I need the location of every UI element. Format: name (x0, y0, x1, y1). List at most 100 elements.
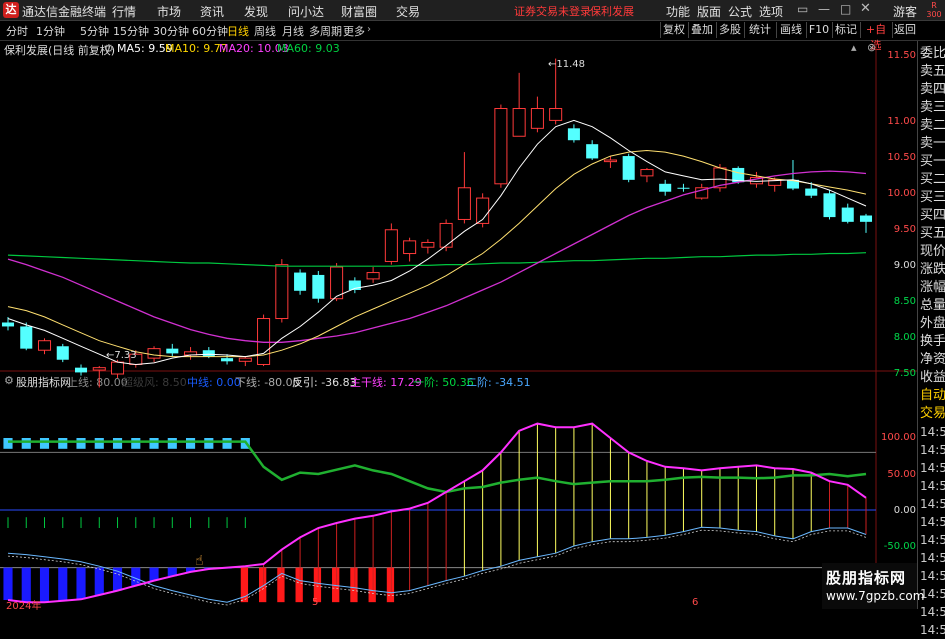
tick-time: 14:56 (920, 605, 945, 619)
quote-item[interactable]: 换手 (920, 333, 945, 351)
tick-time: 14:56 (920, 533, 945, 547)
quote-panel: 委比 卖五 卖四 卖三 卖二 卖一 买一 买二 买三 买四 买五 现价 涨跌 涨幅 总量 外盘 换手 净资 收益 自动… (917, 41, 945, 637)
quote-item[interactable]: 买四 (920, 207, 945, 225)
period-1min[interactable]: 1分钟 (36, 23, 65, 39)
tick-time: 14:56 (920, 551, 945, 565)
quote-item[interactable]: 现价 (920, 243, 945, 261)
guest-label[interactable]: 游客 (893, 3, 917, 20)
candle-body-up (37, 340, 52, 351)
indicator-tick: 100.00 (881, 432, 916, 443)
overbought-bar (94, 438, 104, 449)
period-more[interactable]: 更多 (343, 23, 365, 39)
quote-item[interactable]: 委比 (920, 45, 945, 63)
price-tick: 8.50 (893, 296, 916, 307)
quote-item[interactable]: 卖一 (920, 135, 945, 153)
quote-item[interactable]: 总量 (920, 297, 945, 315)
menu-item-discover[interactable]: 发现 (244, 3, 268, 20)
red-signal-bar (295, 567, 303, 603)
tick-time: 14:56 (920, 443, 945, 457)
menu-item-trade[interactable]: 交易 (396, 3, 420, 20)
overlay-button[interactable]: 叠加 (688, 22, 715, 38)
overbought-bar (112, 438, 123, 449)
candle-body-up (549, 108, 563, 121)
candle-body-down (221, 358, 234, 362)
tick-time: 14:56 (920, 425, 945, 439)
auto-trade-label[interactable]: 交易 (920, 405, 945, 423)
candle-body-up (530, 108, 544, 129)
candle-body-up (384, 229, 398, 262)
tick-time: 14:56 (920, 461, 945, 475)
quote-item[interactable]: 涨幅 (920, 279, 945, 297)
candle-body-down (823, 193, 836, 218)
candle-body-up (494, 108, 508, 185)
back-button[interactable]: 返回 (892, 22, 917, 38)
menu-item-function[interactable]: 功能 (666, 3, 690, 20)
minimize-icon[interactable]: — (818, 2, 830, 16)
quote-item[interactable]: 收益 (920, 369, 945, 387)
candle-body-down (166, 348, 179, 354)
candle-body-up (512, 108, 526, 137)
menu-item-options[interactable]: 选项 (759, 3, 783, 20)
menu-item-exchange[interactable]: 市场 (157, 3, 181, 20)
kline-chart[interactable] (0, 41, 917, 609)
maximize-icon[interactable]: □ (840, 2, 851, 16)
x-tick: 6 (692, 597, 699, 608)
candle-body-down (677, 187, 690, 189)
period-weekly[interactable]: 周线 (254, 23, 276, 39)
chevron-right-icon[interactable]: › (367, 24, 371, 35)
login-notice[interactable]: 证券交易未登录 (514, 3, 591, 19)
close-icon[interactable]: ✕ (860, 1, 871, 16)
quote-item[interactable]: 买三 (920, 189, 945, 207)
add-favorite-button[interactable]: +自选 (860, 22, 891, 52)
stats-button[interactable]: 统计 (744, 22, 775, 38)
adjust-button[interactable]: 复权 (660, 22, 687, 38)
candle-body-up (92, 367, 106, 371)
quote-item[interactable]: 买二 (920, 171, 945, 189)
draw-line-button[interactable]: 画线 (776, 22, 805, 38)
period-monthly[interactable]: 月线 (282, 23, 304, 39)
tick-time: 14:56 (920, 515, 945, 529)
period-multi[interactable]: 多周期 (309, 23, 342, 39)
mouse-cursor-icon: ☝ (195, 553, 204, 569)
watermark: 股朋指标网 www.7gpzb.com (822, 563, 924, 609)
overbought-bar (76, 438, 86, 449)
quote-item[interactable]: 净资 (920, 351, 945, 369)
multi-stock-button[interactable]: 多股 (716, 22, 743, 38)
stock-name-link[interactable]: 保利发展 (590, 3, 634, 19)
period-15min[interactable]: 15分钟 (113, 23, 149, 39)
quote-item[interactable]: 卖四 (920, 81, 945, 99)
indicator-chart-layer (0, 422, 876, 606)
menu-item-layout[interactable]: 版面 (697, 3, 721, 20)
period-5min[interactable]: 5分钟 (80, 23, 109, 39)
candle-body-down (56, 346, 69, 360)
mark-button[interactable]: 标记 (832, 22, 859, 38)
menu-item-news[interactable]: 资讯 (200, 3, 224, 20)
menu-item-wealth[interactable]: 财富圈 (341, 3, 377, 20)
period-30min[interactable]: 30分钟 (153, 23, 189, 39)
watermark-url: www.7gpzb.com (826, 589, 925, 603)
candle-body-down (659, 183, 672, 192)
period-daily[interactable]: 日线 (227, 23, 249, 39)
candle-body-up (603, 159, 617, 163)
quote-item[interactable]: 涨跌 (920, 261, 945, 279)
quote-item[interactable]: 卖二 (920, 117, 945, 135)
f10-button[interactable]: F10 (806, 22, 831, 38)
menu-item-ask[interactable]: 问小达 (288, 3, 324, 20)
period-60min[interactable]: 60分钟 (192, 23, 228, 39)
menu-item-formula[interactable]: 公式 (728, 3, 752, 20)
period-timeshare[interactable]: 分时 (6, 23, 28, 39)
overbought-bar (222, 438, 232, 449)
auto-trade-label[interactable]: 自动 (920, 387, 945, 405)
tick-time: 14:56 (920, 479, 945, 493)
quote-item[interactable]: 外盘 (920, 315, 945, 333)
indicator-tick: 50.00 (887, 469, 916, 480)
menu-item-market[interactable]: 行情 (112, 3, 136, 20)
quote-item[interactable]: 卖三 (920, 99, 945, 117)
quote-item[interactable]: 卖五 (920, 63, 945, 81)
quote-item[interactable]: 买一 (920, 153, 945, 171)
x-tick: 2024年 (6, 601, 42, 612)
high-price-label: ←11.48 (548, 59, 586, 70)
price-tick: 7.50 (893, 368, 916, 379)
quote-item[interactable]: 买五 (920, 225, 945, 243)
chat-icon[interactable]: ▭ (797, 2, 808, 16)
